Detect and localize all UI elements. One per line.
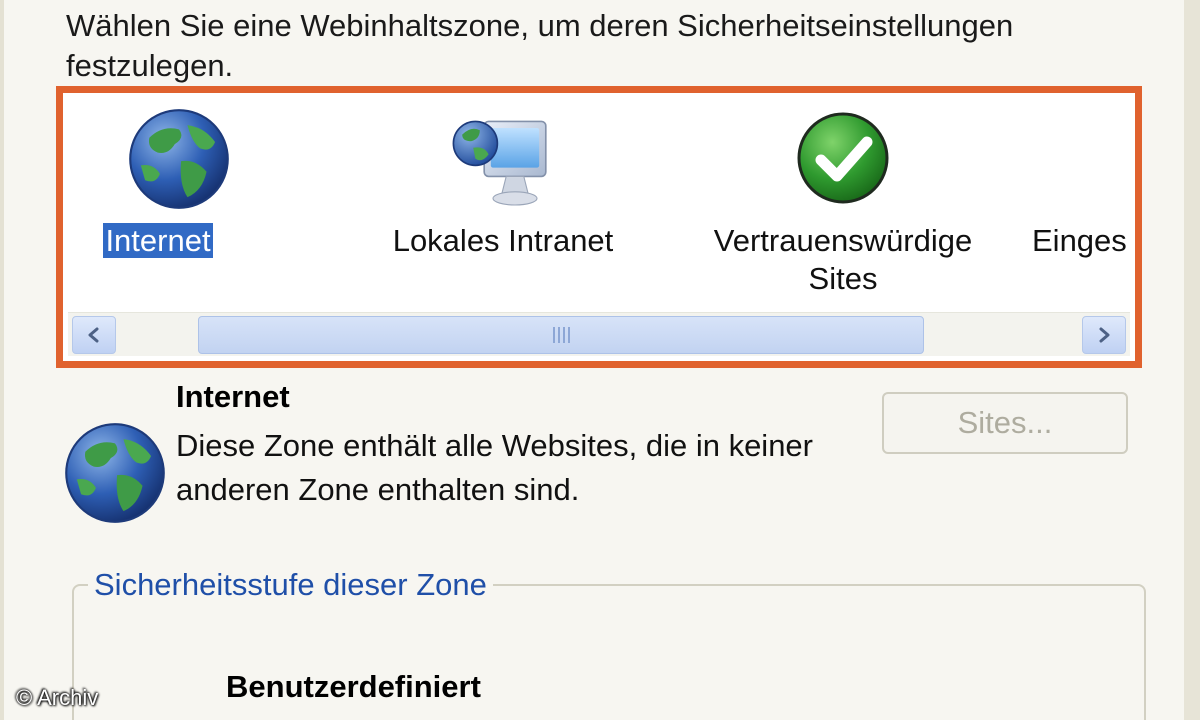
zone-horizontal-scrollbar[interactable] bbox=[68, 312, 1130, 356]
zone-item-local-intranet[interactable]: Lokales Intranet bbox=[343, 98, 663, 310]
scrollbar-thumb[interactable] bbox=[198, 316, 924, 354]
scroll-right-button[interactable] bbox=[1082, 316, 1126, 354]
selected-zone-description: Diese Zone enthält alle Websites, die in… bbox=[176, 428, 813, 507]
intranet-monitor-icon bbox=[452, 120, 547, 206]
zone-item-internet[interactable]: Internet bbox=[68, 98, 318, 310]
chevron-right-icon bbox=[1099, 327, 1110, 343]
globe-icon bbox=[65, 423, 165, 523]
chevron-left-icon bbox=[88, 327, 99, 343]
selected-zone-title: Internet bbox=[176, 379, 290, 414]
grip-icon bbox=[552, 327, 570, 343]
copyright-watermark: © Archiv bbox=[16, 685, 99, 710]
zone-label-local-intranet: Lokales Intranet bbox=[392, 223, 614, 258]
zone-item-restricted-sites[interactable]: Einges bbox=[1022, 98, 1130, 310]
instruction-text: Wählen Sie eine Webinhaltszone, um deren… bbox=[66, 8, 1014, 83]
zone-label-trusted-sites: Vertrauenswürdige Sites bbox=[713, 223, 973, 296]
zone-label-restricted-sites: Einges bbox=[1032, 223, 1127, 258]
security-level-group-label: Sicherheitsstufe dieser Zone bbox=[88, 566, 493, 604]
globe-icon bbox=[129, 109, 229, 209]
zone-selector-highlight: Internet Lokales Intranet Vertrauenswürd… bbox=[56, 86, 1142, 368]
zone-label-internet: Internet bbox=[103, 223, 213, 258]
sites-button[interactable]: Sites... bbox=[882, 392, 1128, 454]
zone-item-trusted-sites[interactable]: Vertrauenswürdige Sites bbox=[683, 98, 1003, 310]
security-settings-dialog: Wählen Sie eine Webinhaltszone, um deren… bbox=[0, 0, 1200, 720]
trusted-checkmark-icon bbox=[797, 112, 889, 204]
security-level-name: Benutzerdefiniert bbox=[226, 669, 481, 704]
scroll-left-button[interactable] bbox=[72, 316, 116, 354]
zone-list: Internet Lokales Intranet Vertrauenswürd… bbox=[68, 98, 1130, 310]
